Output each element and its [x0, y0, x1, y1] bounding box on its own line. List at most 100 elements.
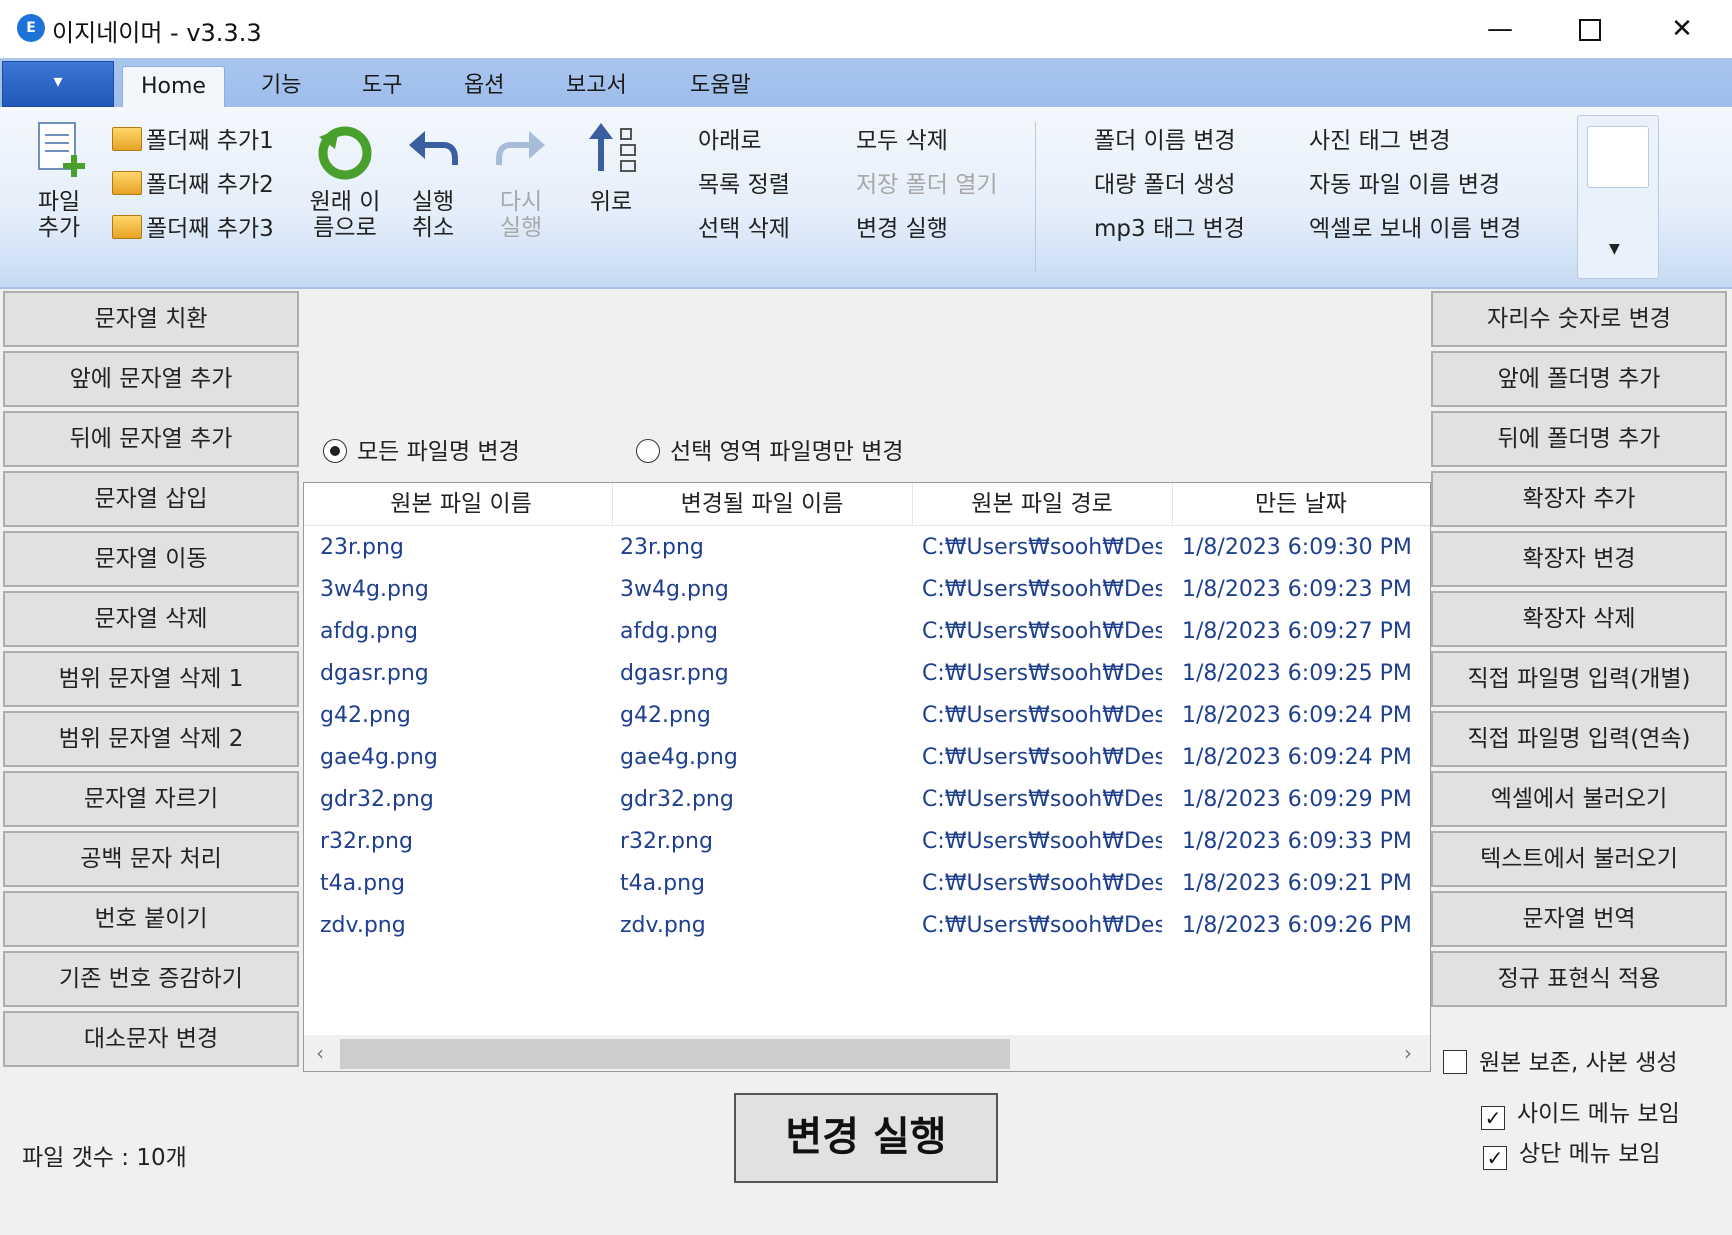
redo-label: 다시 실행 — [499, 189, 543, 241]
scrollbar-thumb[interactable] — [340, 1039, 1010, 1069]
table-row[interactable]: 3w4g.png 3w4g.png C:₩Users₩sooh₩Desk 1/8/20… — [304, 569, 1430, 611]
left-menu-button-12[interactable]: 대소문자 변경 — [3, 1011, 299, 1067]
cell-created-date: 1/8/2023 6:09:24 PM — [1182, 703, 1412, 728]
horizontal-scrollbar[interactable]: ‹ › — [304, 1035, 1430, 1071]
minimize-button[interactable]: — — [1458, 0, 1542, 58]
show-top-menu-checkbox[interactable]: ✓ 상단 메뉴 보임 — [1483, 1134, 1661, 1170]
right-menu-button-3[interactable]: 확장자 추가 — [1431, 471, 1727, 527]
scope-all-radio[interactable]: 모든 파일명 변경 — [323, 432, 520, 466]
add-file-button[interactable]: 파일 추가 — [24, 119, 94, 241]
move-up-button[interactable]: 위로 — [578, 119, 644, 215]
table-row[interactable]: t4a.png t4a.png C:₩Users₩sooh₩Desk 1/8/2023… — [304, 863, 1430, 905]
cell-created-date: 1/8/2023 6:09:23 PM — [1182, 577, 1412, 602]
right-menu-button-5[interactable]: 확장자 삭제 — [1431, 591, 1727, 647]
right-menu-button-10[interactable]: 문자열 번역 — [1431, 891, 1727, 947]
file-count-status: 파일 갯수 : 10개 — [22, 1145, 187, 1171]
cell-new-name: dgasr.png — [620, 661, 729, 686]
ribbon-gallery[interactable]: ▼ — [1577, 115, 1659, 279]
restore-name-button[interactable]: 원래 이 름으로 — [302, 119, 388, 241]
table-row[interactable]: zdv.png zdv.png C:₩Users₩sooh₩Desk 1/8/2023… — [304, 905, 1430, 947]
delete-all-button[interactable]: 모두 삭제 — [856, 121, 948, 155]
scroll-right-icon[interactable]: › — [1404, 1041, 1412, 1065]
show-top-menu-label: 상단 메뉴 보임 — [1519, 1141, 1661, 1167]
right-menu-button-9[interactable]: 텍스트에서 불러오기 — [1431, 831, 1727, 887]
ribbon-separator — [1035, 122, 1036, 272]
add-folder-3-button[interactable]: 폴더째 추가3 — [112, 209, 274, 243]
move-down-button[interactable]: 아래로 — [698, 121, 761, 155]
mp3-tag-button[interactable]: mp3 태그 변경 — [1094, 209, 1245, 243]
right-menu-button-1[interactable]: 앞에 폴더명 추가 — [1431, 351, 1727, 407]
app-menu-button[interactable]: ▾ — [2, 61, 114, 107]
tab-help[interactable]: 도움말 — [672, 66, 769, 107]
keep-original-checkbox[interactable]: 원본 보존, 사본 생성 — [1443, 1043, 1678, 1077]
add-folder-2-button[interactable]: 폴더째 추가2 — [112, 165, 274, 199]
right-menu-button-8[interactable]: 엑셀에서 불러오기 — [1431, 771, 1727, 827]
auto-rename-button[interactable]: 자동 파일 이름 변경 — [1309, 165, 1500, 199]
excel-rename-button[interactable]: 엑셀로 보내 이름 변경 — [1309, 209, 1521, 243]
left-menu-button-1[interactable]: 앞에 문자열 추가 — [3, 351, 299, 407]
redo-icon — [496, 131, 545, 165]
table-row[interactable]: 23r.png 23r.png C:₩Users₩sooh₩Desk 1/8/2023… — [304, 527, 1430, 569]
column-header-path[interactable]: 원본 파일 경로 — [912, 483, 1173, 525]
cell-new-name: 3w4g.png — [620, 577, 729, 602]
cell-path: C:₩Users₩sooh₩Desk — [922, 745, 1162, 770]
execute-rename-button[interactable]: 변경 실행 — [734, 1093, 998, 1183]
table-row[interactable]: gdr32.png gdr32.png C:₩Users₩sooh₩Desk 1/8/… — [304, 779, 1430, 821]
photo-tag-button[interactable]: 사진 태그 변경 — [1309, 121, 1451, 155]
tab-options[interactable]: 옵션 — [446, 66, 522, 107]
left-menu-button-3[interactable]: 문자열 삽입 — [3, 471, 299, 527]
open-save-folder-button[interactable]: 저장 폴더 열기 — [856, 165, 998, 199]
left-menu-button-11[interactable]: 기존 번호 증감하기 — [3, 951, 299, 1007]
column-header-new-name[interactable]: 변경될 파일 이름 — [612, 483, 913, 525]
bulk-folder-create-button[interactable]: 대량 폴더 생성 — [1094, 165, 1236, 199]
add-folder-3-label: 폴더째 추가3 — [146, 216, 274, 242]
maximize-button[interactable] — [1548, 0, 1632, 58]
right-menu-button-7[interactable]: 직접 파일명 입력(연속) — [1431, 711, 1727, 767]
tab-tools[interactable]: 도구 — [344, 66, 420, 107]
left-menu-button-6[interactable]: 범위 문자열 삭제 1 — [3, 651, 299, 707]
cell-created-date: 1/8/2023 6:09:29 PM — [1182, 787, 1412, 812]
left-menu-button-8[interactable]: 문자열 자르기 — [3, 771, 299, 827]
table-row[interactable]: afdg.png afdg.png C:₩Users₩sooh₩Desk 1/8/20… — [304, 611, 1430, 653]
rename-folder-button[interactable]: 폴더 이름 변경 — [1094, 121, 1236, 155]
close-button[interactable]: ✕ — [1640, 0, 1724, 58]
window-title: 이지네이머 - v3.3.3 — [52, 19, 262, 47]
left-menu-button-0[interactable]: 문자열 치환 — [3, 291, 299, 347]
tab-reports[interactable]: 보고서 — [548, 66, 645, 107]
left-menu-button-7[interactable]: 범위 문자열 삭제 2 — [3, 711, 299, 767]
left-menu-button-10[interactable]: 번호 붙이기 — [3, 891, 299, 947]
add-folder-1-button[interactable]: 폴더째 추가1 — [112, 121, 274, 155]
table-row[interactable]: dgasr.png dgasr.png C:₩Users₩sooh₩Desk 1/8/… — [304, 653, 1430, 695]
right-menu-button-11[interactable]: 정규 표현식 적용 — [1431, 951, 1727, 1007]
column-header-created-date[interactable]: 만든 날짜 — [1172, 483, 1430, 525]
left-menu-button-5[interactable]: 문자열 삭제 — [3, 591, 299, 647]
redo-button[interactable]: 다시 실행 — [486, 119, 556, 241]
left-menu-button-4[interactable]: 문자열 이동 — [3, 531, 299, 587]
right-menu-button-2[interactable]: 뒤에 폴더명 추가 — [1431, 411, 1727, 467]
table-row[interactable]: g42.png g42.png C:₩Users₩sooh₩Desk 1/8/2023… — [304, 695, 1430, 737]
right-menu-button-0[interactable]: 자리수 숫자로 변경 — [1431, 291, 1727, 347]
delete-selected-button[interactable]: 선택 삭제 — [698, 209, 790, 243]
file-list[interactable]: 원본 파일 이름 변경될 파일 이름 원본 파일 경로 만든 날짜 23r.pn… — [303, 482, 1431, 1072]
table-row[interactable]: r32r.png r32r.png C:₩Users₩sooh₩Desk 1/8/20… — [304, 821, 1430, 863]
move-up-label: 위로 — [589, 189, 633, 215]
left-menu-button-9[interactable]: 공백 문자 처리 — [3, 831, 299, 887]
undo-button[interactable]: 실행 취소 — [398, 119, 468, 241]
right-menu-button-6[interactable]: 직접 파일명 입력(개별) — [1431, 651, 1727, 707]
ribbon-execute-button[interactable]: 변경 실행 — [856, 209, 948, 243]
scroll-left-icon[interactable]: ‹ — [316, 1041, 324, 1065]
chevron-down-icon[interactable]: ▼ — [1609, 241, 1620, 257]
scope-selected-radio[interactable]: 선택 영역 파일명만 변경 — [636, 432, 904, 466]
sort-list-button[interactable]: 목록 정렬 — [698, 165, 790, 199]
show-side-menu-checkbox[interactable]: ✓ 사이드 메뉴 보임 — [1481, 1094, 1680, 1130]
ribbon-panel: 파일 추가 폴더째 추가1 폴더째 추가2 폴더째 추가3 원래 이 름으로 실… — [0, 107, 1732, 289]
tab-home[interactable]: Home — [122, 66, 225, 108]
checkmark-icon: ✓ — [1483, 1146, 1507, 1170]
cell-created-date: 1/8/2023 6:09:27 PM — [1182, 619, 1412, 644]
title-bar: E 이지네이머 - v3.3.3 — ✕ — [0, 0, 1732, 58]
left-menu-button-2[interactable]: 뒤에 문자열 추가 — [3, 411, 299, 467]
column-header-original-name[interactable]: 원본 파일 이름 — [310, 483, 613, 525]
table-row[interactable]: gae4g.png gae4g.png C:₩Users₩sooh₩Desk 1/8/… — [304, 737, 1430, 779]
right-menu-button-4[interactable]: 확장자 변경 — [1431, 531, 1727, 587]
tab-features[interactable]: 기능 — [243, 66, 319, 107]
